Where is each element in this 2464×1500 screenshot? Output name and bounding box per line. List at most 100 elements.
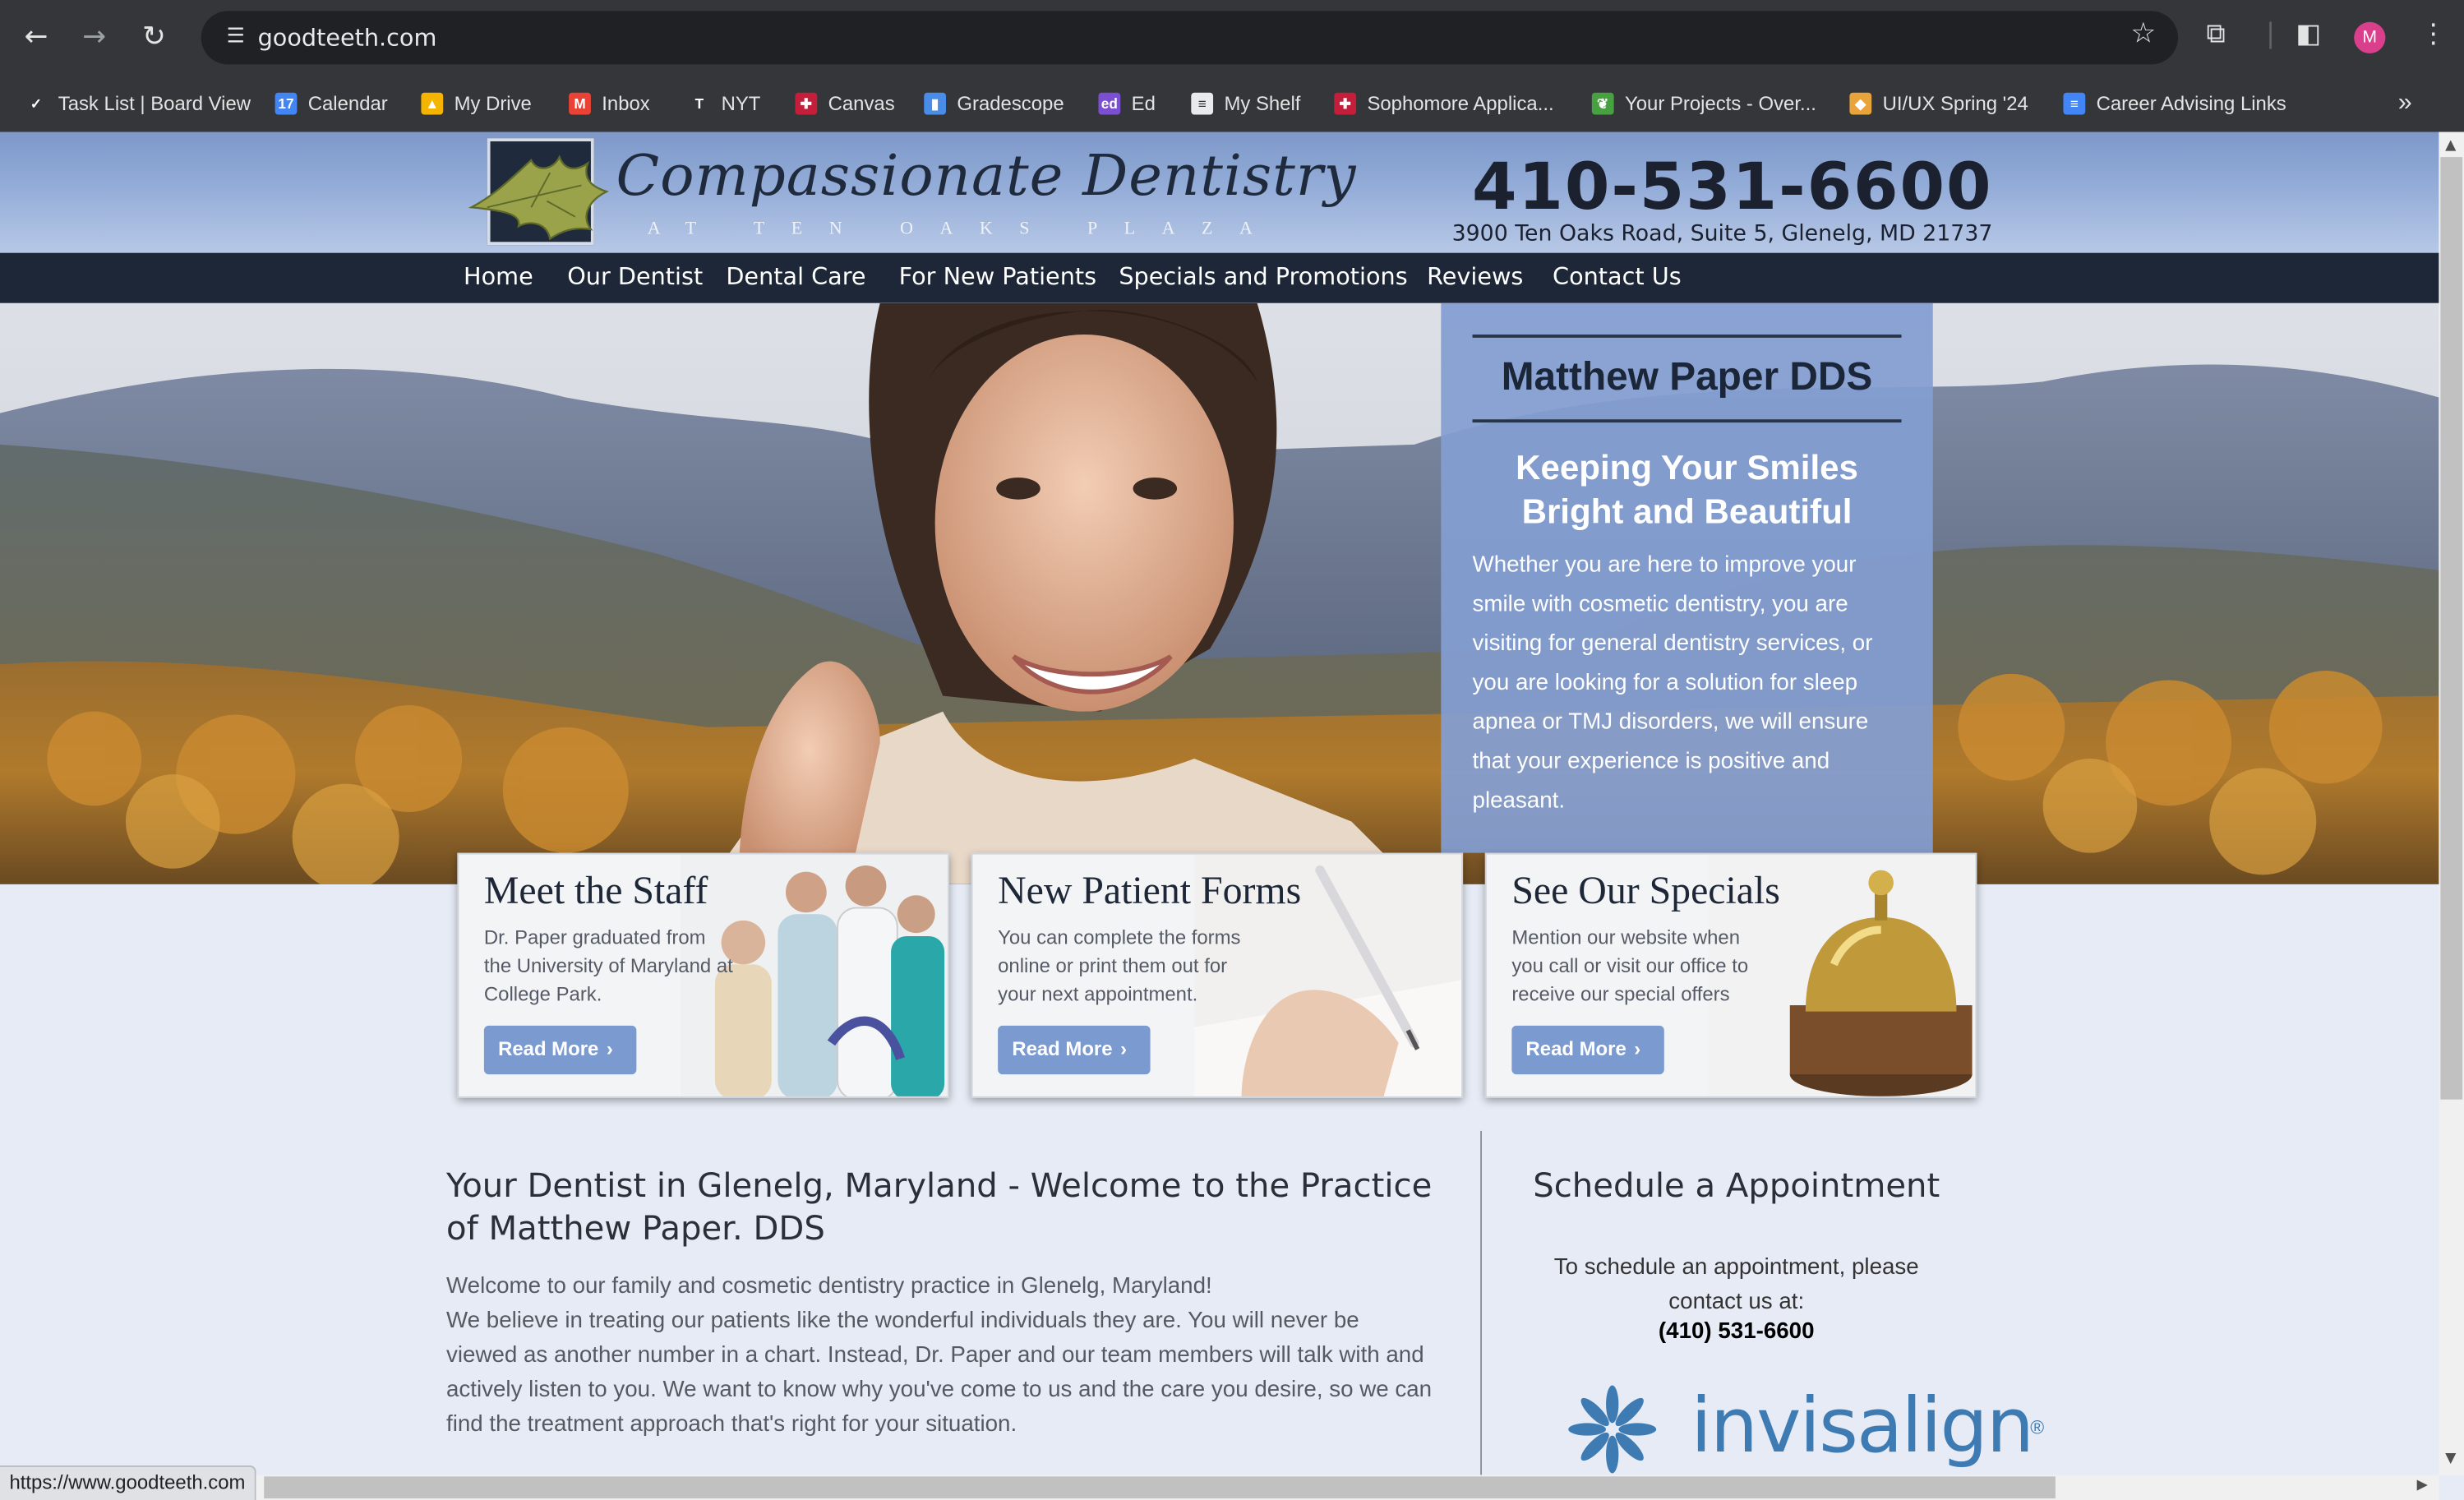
side-panel-icon[interactable]: ◧ [2296, 19, 2321, 50]
address-url[interactable]: goodteeth.com [258, 24, 437, 52]
scroll-up-icon[interactable]: ▲ [2445, 138, 2456, 154]
nav-reviews[interactable]: Reviews [1427, 262, 1523, 290]
site-settings-icon[interactable]: ☰ [214, 16, 258, 60]
bookmark-item[interactable]: ≡ My Shelf [1191, 86, 1300, 121]
schedule-text: To schedule an appointment, please conta… [1553, 1254, 1919, 1315]
card-text: Dr. Paper graduated from the University … [483, 926, 733, 1006]
docs-icon: ≡ [2063, 92, 2086, 115]
button-label: Read More [1012, 1038, 1113, 1060]
card-title: New Patient Forms [998, 870, 1302, 913]
bookmark-label: My Shelf [1224, 92, 1301, 115]
toolbar-separator: | [2266, 18, 2276, 51]
read-more-button[interactable]: Read More › [483, 1025, 637, 1075]
intro-paragraph-1: Welcome to our family and cosmetic denti… [446, 1273, 1212, 1299]
profile-avatar[interactable]: M [2354, 21, 2386, 53]
forward-icon[interactable]: → [72, 16, 117, 60]
button-label: Read More [498, 1038, 599, 1060]
vertical-scroll-thumb[interactable] [2440, 157, 2463, 1100]
chevron-right-icon: › [1634, 1038, 1641, 1060]
schedule-heading: Schedule a Appointment [1533, 1166, 1940, 1205]
hero-banner [0, 302, 2439, 884]
reload-icon[interactable]: ↻ [132, 16, 177, 60]
address-bar[interactable]: ☰ goodteeth.com ☆ [201, 11, 2179, 65]
card-new-patient-forms[interactable]: New Patient Forms You can complete the f… [971, 852, 1464, 1098]
bookmark-item[interactable]: ✚ Canvas [795, 86, 895, 121]
header-phone[interactable]: 410-531-6600 [1472, 150, 1992, 225]
bookmark-item[interactable]: M Inbox [569, 86, 650, 121]
bookmark-label: UI/UX Spring '24 [1882, 92, 2028, 115]
bookmark-item[interactable]: ▲ My Drive [421, 86, 532, 121]
bookmark-item[interactable]: ✓ Task List | Board View [25, 86, 251, 121]
nav-contact[interactable]: Contact Us [1553, 262, 1682, 290]
logo-subtitle: AT TEN OAKS PLAZA [647, 219, 1280, 239]
nav-dental-care[interactable]: Dental Care [726, 262, 865, 290]
chevron-right-icon: › [1120, 1038, 1128, 1060]
main-nav: Home Our Dentist Dental Care For New Pat… [0, 252, 2439, 303]
figma-icon: ◆ [1849, 92, 1872, 115]
gmail-icon: M [569, 92, 591, 115]
bookmarks-bar: » ✓ Task List | Board View 17 Calendar ▲ My D… [0, 75, 2464, 132]
document-icon: ≡ [1191, 92, 1214, 115]
nav-home[interactable]: Home [464, 262, 533, 290]
bookmark-item[interactable]: 17 Calendar [275, 86, 388, 121]
shield-icon: ✚ [795, 92, 818, 115]
drive-icon: ▲ [421, 92, 444, 115]
browser-chrome: ← → ↻ ☰ goodteeth.com ☆ ⧉ | ◧ M ⋮ » ✓ Tas… [0, 0, 2464, 132]
calendar-icon: 17 [275, 92, 298, 115]
scroll-right-icon[interactable]: ▶ [2417, 1478, 2428, 1493]
logo-wordmark[interactable]: Compassionate Dentistry [616, 145, 1357, 209]
bookmark-item[interactable]: ≡ Career Advising Links [2063, 86, 2286, 121]
browser-toolbar: ← → ↻ ☰ goodteeth.com ☆ ⧉ | ◧ M ⋮ [0, 0, 2464, 76]
nav-specials[interactable]: Specials and Promotions [1119, 262, 1407, 290]
card-specials[interactable]: See Our Specials Mention our website whe… [1484, 852, 1977, 1098]
overleaf-icon: ❦ [1591, 92, 1614, 115]
more-bookmarks-icon[interactable]: » [2398, 86, 2412, 121]
doctor-name: Matthew Paper DDS [1501, 354, 1873, 399]
checklist-icon: ✓ [25, 92, 48, 115]
nav-our-dentist[interactable]: Our Dentist [567, 262, 703, 290]
hero-panel-rule-top [1472, 335, 1902, 338]
invisalign-logo[interactable]: invisalign [1691, 1382, 2034, 1470]
bookmark-label: Career Advising Links [2096, 92, 2286, 115]
bookmark-label: Calendar [307, 92, 388, 115]
scroll-down-icon[interactable]: ▼ [2445, 1452, 2456, 1467]
bookmark-item[interactable]: T NYT [688, 86, 760, 121]
bookmark-label: Gradescope [957, 92, 1064, 115]
chevron-right-icon: › [606, 1038, 613, 1060]
bookmark-label: Task List | Board View [58, 92, 251, 115]
back-icon[interactable]: ← [14, 16, 58, 60]
bookmark-label: Inbox [602, 92, 650, 115]
hero-panel-rule-bottom [1472, 419, 1902, 423]
horizontal-scroll-thumb[interactable] [264, 1476, 2056, 1499]
bookmark-item[interactable]: ed Ed [1098, 86, 1156, 121]
read-more-button[interactable]: Read More › [998, 1025, 1151, 1075]
bookmark-label: Your Projects - Over... [1625, 92, 1816, 115]
content-divider [1480, 1130, 1483, 1477]
card-text: You can complete the forms online or pri… [998, 926, 1241, 1006]
status-bar-url: https://www.goodteeth.com [0, 1465, 256, 1500]
hero-landscape [0, 302, 2439, 884]
bookmark-star-icon[interactable]: ☆ [2130, 17, 2156, 50]
bookmark-item[interactable]: ✚ Sophomore Applica... [1334, 86, 1554, 121]
oak-leaf-icon [468, 155, 610, 241]
nav-new-patients[interactable]: For New Patients [899, 262, 1096, 290]
extensions-icon[interactable]: ⧉ [2206, 19, 2225, 50]
intro-heading: Your Dentist in Glenelg, Maryland - Welc… [446, 1166, 1433, 1248]
bookmark-label: NYT [721, 92, 761, 115]
bookmark-item[interactable]: ▮ Gradescope [924, 86, 1064, 121]
bookmark-item[interactable]: ◆ UI/UX Spring '24 [1849, 86, 2028, 121]
bookmark-label: Ed [1131, 92, 1156, 115]
bookmark-label: My Drive [454, 92, 532, 115]
bookmark-label: Canvas [828, 92, 895, 115]
ed-icon: ed [1098, 92, 1121, 115]
intro-body: Welcome to our family and cosmetic denti… [446, 1269, 1437, 1442]
intro-paragraph-2: We believe in treating our patients like… [446, 1308, 1433, 1438]
schedule-phone[interactable]: (410) 531-6600 [1521, 1319, 1952, 1345]
card-meet-staff[interactable]: Meet the Staff Dr. Paper graduated from … [457, 852, 949, 1098]
card-text: Mention our website when you call or vis… [1511, 926, 1749, 1006]
card-title: Meet the Staff [483, 870, 708, 913]
shield-icon: ✚ [1334, 92, 1357, 115]
bookmark-item[interactable]: ❦ Your Projects - Over... [1591, 86, 1816, 121]
read-more-button[interactable]: Read More › [1511, 1025, 1664, 1075]
browser-menu-icon[interactable]: ⋮ [2420, 19, 2447, 50]
